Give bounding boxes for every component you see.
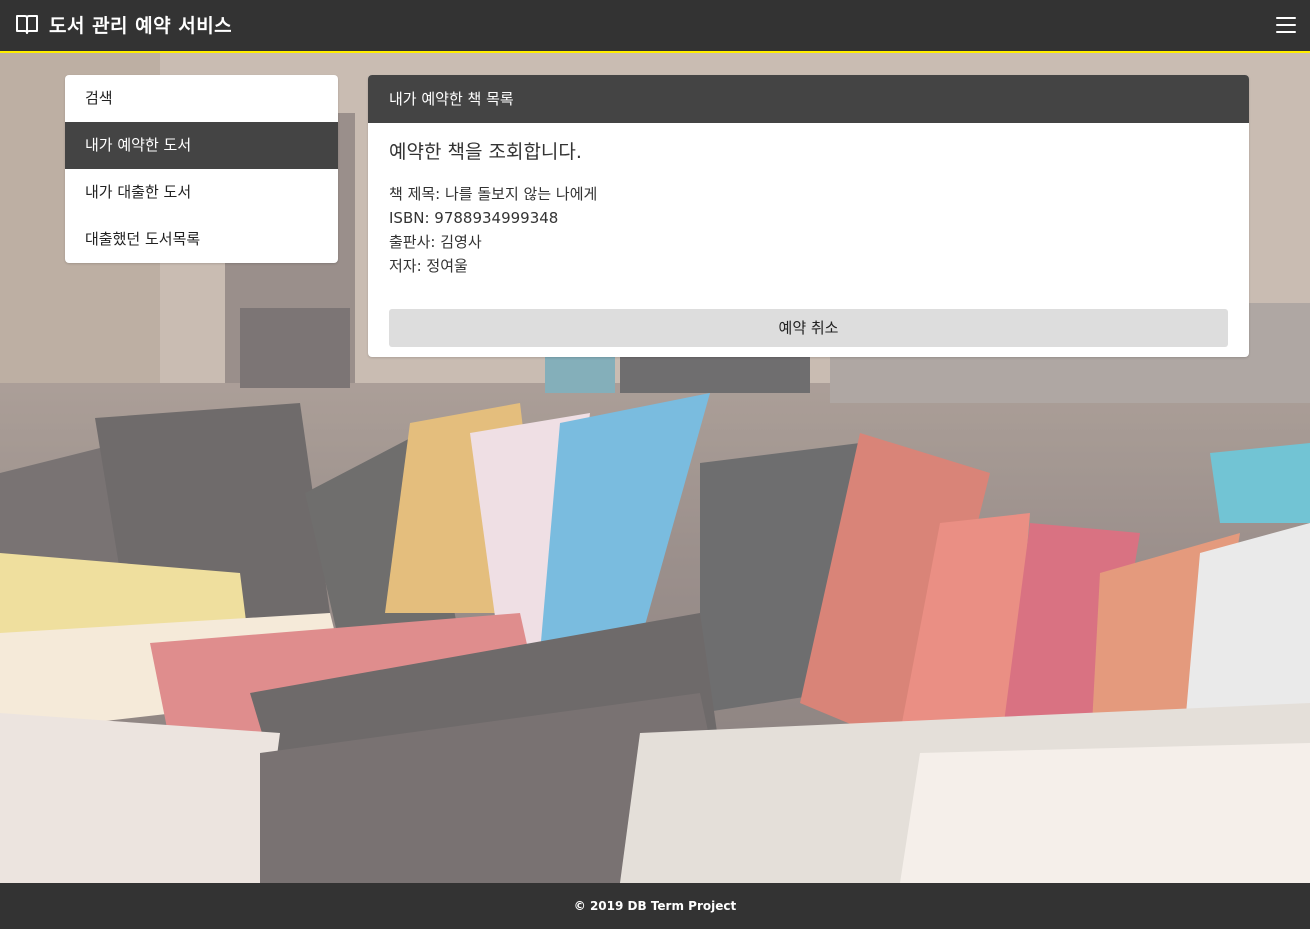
book-isbn: ISBN: 9788934999348 xyxy=(389,209,559,227)
card-title: 내가 예약한 책 목록 xyxy=(368,75,1249,123)
reservation-card: 내가 예약한 책 목록 예약한 책을 조회합니다. 책 제목: 나를 돌보지 않… xyxy=(368,75,1249,357)
brand[interactable]: 도서 관리 예약 서비스 xyxy=(15,10,232,38)
card-body: 예약한 책을 조회합니다. 책 제목: 나를 돌보지 않는 나에게 ISBN: … xyxy=(368,123,1249,347)
book-title: 책 제목: 나를 돌보지 않는 나에게 xyxy=(389,185,598,203)
book-author: 저자: 정여울 xyxy=(389,257,468,275)
footer-copyright: © 2019 DB Term Project xyxy=(573,899,737,913)
top-navbar: 도서 관리 예약 서비스 xyxy=(0,0,1310,53)
sidebar-item-loan-history[interactable]: 대출했던 도서목록 xyxy=(65,216,338,263)
book-publisher: 출판사: 김영사 xyxy=(389,233,482,251)
sidebar-item-my-loans[interactable]: 내가 대출한 도서 xyxy=(65,169,338,216)
open-book-icon xyxy=(15,13,39,35)
hamburger-menu-icon[interactable] xyxy=(1274,13,1298,37)
sidebar-item-my-reservations[interactable]: 내가 예약한 도서 xyxy=(65,122,338,169)
sidebar-nav: 검색 내가 예약한 도서 내가 대출한 도서 대출했던 도서목록 xyxy=(65,75,338,263)
card-subtitle: 예약한 책을 조회합니다. xyxy=(389,141,582,163)
app-title: 도서 관리 예약 서비스 xyxy=(49,14,233,37)
footer: © 2019 DB Term Project xyxy=(0,883,1310,929)
sidebar-item-search[interactable]: 검색 xyxy=(65,75,338,122)
cancel-reservation-button[interactable]: 예약 취소 xyxy=(389,309,1228,347)
